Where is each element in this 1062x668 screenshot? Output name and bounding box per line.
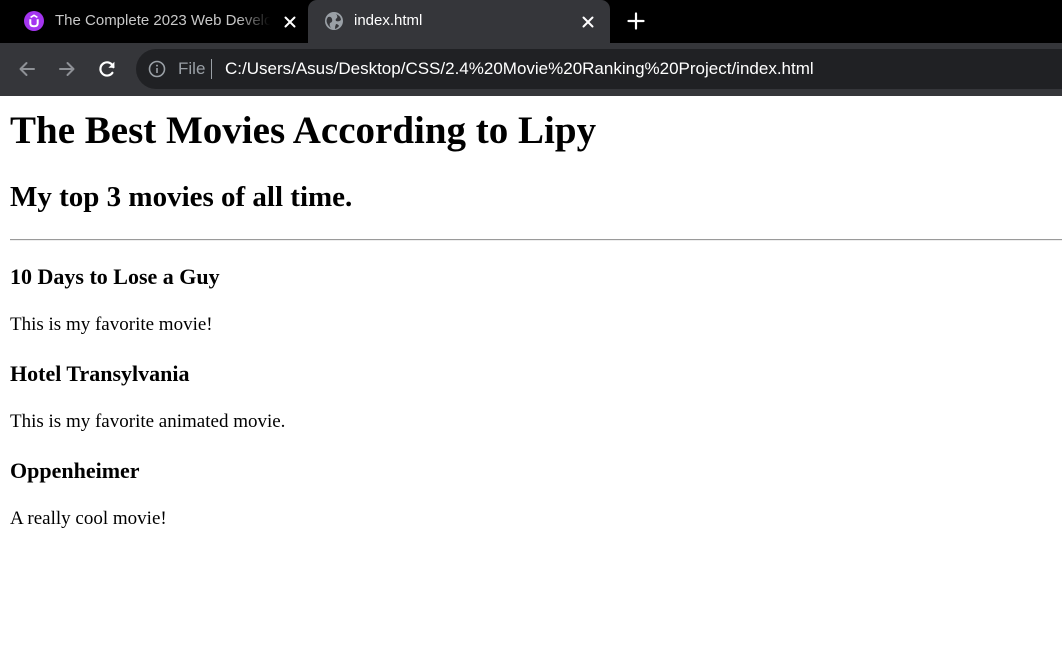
tab-strip: The Complete 2023 Web Development index.…: [0, 0, 1062, 43]
page-viewport: The Best Movies According to Lipy My top…: [0, 96, 1062, 668]
close-icon[interactable]: [580, 14, 596, 30]
tab-title: index.html: [354, 12, 423, 29]
divider: [10, 239, 1062, 241]
movie-description: This is my favorite movie!: [10, 314, 213, 335]
browser-window: The Complete 2023 Web Development index.…: [0, 0, 1062, 668]
arrow-right-icon[interactable]: [55, 57, 79, 81]
info-icon[interactable]: [148, 60, 166, 78]
udemy-logo-icon: [24, 11, 44, 31]
url-text[interactable]: C:/Users/Asus/Desktop/CSS/2.4%20Movie%20…: [225, 59, 814, 79]
browser-toolbar: File C:/Users/Asus/Desktop/CSS/2.4%20Mov…: [0, 43, 1062, 96]
address-bar[interactable]: File C:/Users/Asus/Desktop/CSS/2.4%20Mov…: [136, 49, 1062, 89]
movie-title: 10 Days to Lose a Guy: [10, 264, 220, 289]
movie-description: This is my favorite animated movie.: [10, 411, 286, 432]
page-title: The Best Movies According to Lipy: [10, 109, 597, 152]
movie-title: Oppenheimer: [10, 458, 140, 483]
chip-divider: [211, 59, 212, 79]
reload-icon[interactable]: [95, 57, 119, 81]
arrow-left-icon[interactable]: [15, 57, 39, 81]
globe-icon: [324, 11, 344, 31]
plus-icon[interactable]: [626, 11, 646, 31]
movie-title: Hotel Transylvania: [10, 361, 190, 386]
page-subtitle: My top 3 movies of all time.: [10, 181, 353, 213]
tab-title: The Complete 2023 Web Development: [55, 12, 270, 29]
scheme-chip: File: [178, 59, 206, 78]
movie-description: A really cool movie!: [10, 508, 167, 529]
tab-udemy-course[interactable]: The Complete 2023 Web Development: [0, 0, 308, 43]
tab-index-html[interactable]: index.html: [308, 0, 610, 43]
close-icon[interactable]: [282, 14, 298, 30]
